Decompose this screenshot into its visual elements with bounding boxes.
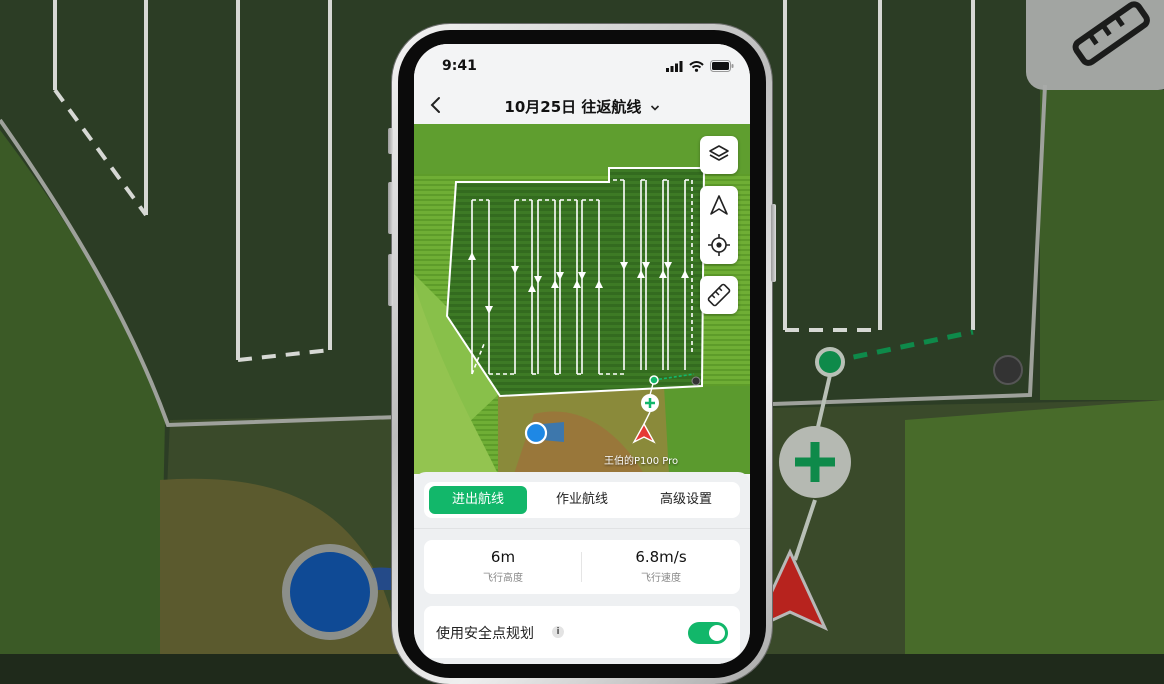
battery-icon bbox=[710, 60, 734, 72]
side-button-volume-up bbox=[388, 182, 393, 234]
flight-speed-stat[interactable]: 6.8m/s 飞行速度 bbox=[582, 548, 740, 584]
wifi-icon bbox=[689, 60, 704, 72]
navigation-controls bbox=[700, 186, 738, 264]
layers-button[interactable] bbox=[700, 136, 738, 174]
ruler-icon bbox=[1072, 1, 1150, 66]
tab-entry-exit-route[interactable]: 进出航线 bbox=[429, 486, 527, 514]
layers-icon bbox=[709, 145, 729, 161]
ruler-icon bbox=[707, 283, 731, 307]
tab-work-route[interactable]: 作业航线 bbox=[533, 486, 631, 514]
measure-button[interactable] bbox=[700, 276, 738, 314]
page-title: 10月25日 往返航线 bbox=[504, 98, 642, 116]
status-bar: 9:41 bbox=[414, 44, 750, 86]
flight-stats-card: 6m 飞行高度 6.8m/s 飞行速度 bbox=[424, 540, 740, 594]
home-point-icon bbox=[524, 421, 548, 445]
route-tabs: 进出航线 作业航线 高级设置 bbox=[424, 482, 740, 518]
flight-altitude-label: 飞行高度 bbox=[483, 573, 523, 584]
navigation-bar: 10月25日 往返航线 bbox=[414, 86, 750, 124]
flight-speed-value: 6.8m/s bbox=[635, 548, 687, 566]
drone-name-label: 王伯的P100 Pro bbox=[604, 456, 679, 467]
divider bbox=[414, 528, 750, 529]
signal-icon bbox=[666, 60, 683, 72]
flight-altitude-stat[interactable]: 6m 飞行高度 bbox=[424, 548, 582, 584]
safety-point-label: 使用安全点规划 bbox=[436, 626, 534, 642]
flight-speed-label: 飞行速度 bbox=[641, 573, 681, 584]
route-title-dropdown[interactable]: 10月25日 往返航线 bbox=[414, 96, 750, 117]
flight-altitude-value: 6m bbox=[490, 548, 516, 566]
route-settings-panel: 进出航线 作业航线 高级设置 6m 飞行高度 6.8m/s 飞行速度 使用安全点… bbox=[414, 472, 750, 664]
phone-screen: 9:41 10月25日 往返航线 王伯的P100 Pro 进出航线 作业航线 高… bbox=[414, 44, 750, 664]
field-map[interactable]: 王伯的P100 Pro bbox=[414, 124, 750, 474]
side-button-power bbox=[771, 204, 776, 282]
info-icon[interactable]: i bbox=[552, 626, 564, 638]
toggle-knob bbox=[709, 625, 725, 641]
side-button-volume-down bbox=[388, 254, 393, 306]
safety-point-setting: 使用安全点规划 i bbox=[424, 606, 740, 658]
locate-icon[interactable] bbox=[700, 226, 738, 264]
add-waypoint-icon[interactable] bbox=[641, 394, 659, 412]
status-icons bbox=[666, 60, 734, 72]
navigation-arrow-icon[interactable] bbox=[700, 186, 738, 224]
chevron-down-icon bbox=[650, 104, 659, 111]
status-time: 9:41 bbox=[442, 58, 477, 74]
side-button-silent bbox=[388, 128, 393, 154]
tab-advanced-settings[interactable]: 高级设置 bbox=[637, 486, 735, 514]
ruler-card-background bbox=[1026, 0, 1164, 90]
safety-point-toggle[interactable] bbox=[688, 622, 728, 644]
